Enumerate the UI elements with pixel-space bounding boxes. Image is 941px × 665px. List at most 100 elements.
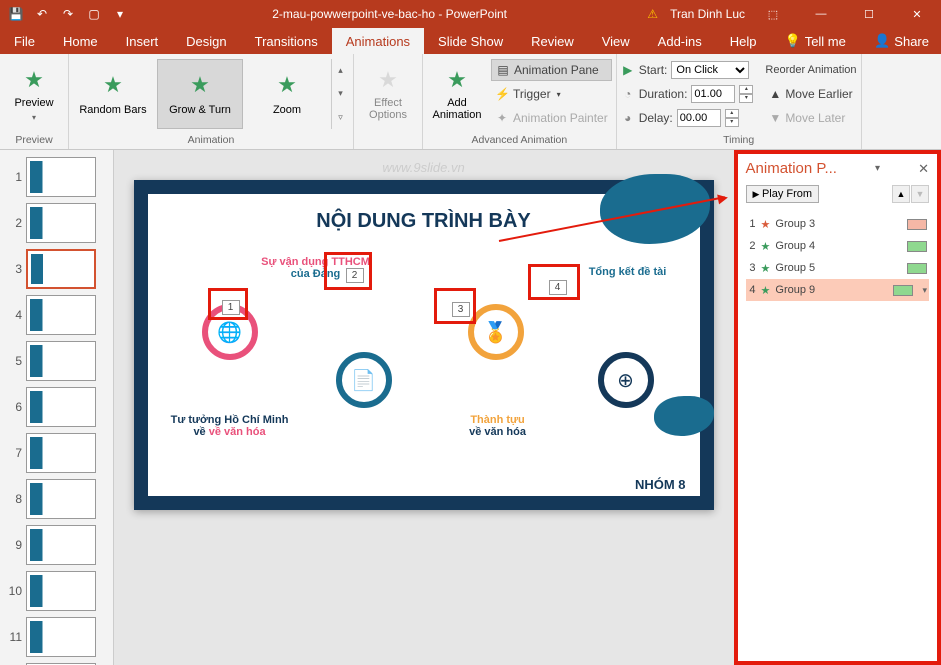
- thumb-image: [26, 341, 96, 381]
- anim-grow-turn[interactable]: ★Grow & Turn: [157, 59, 243, 129]
- thumb-image: [26, 157, 96, 197]
- move-earlier-button[interactable]: ▲Move Earlier: [765, 83, 856, 105]
- thumbnail-12[interactable]: 12: [2, 660, 111, 665]
- duration-input[interactable]: [691, 85, 735, 103]
- tab-tellme[interactable]: 💡Tell me: [771, 28, 860, 54]
- tab-insert[interactable]: Insert: [112, 28, 173, 54]
- play-from-button[interactable]: ▶ Play From: [746, 185, 820, 203]
- thumb-image: [26, 203, 96, 243]
- add-animation-icon: ★: [447, 67, 467, 93]
- anim-pane-item[interactable]: 3★Group 5: [746, 257, 929, 279]
- start-select[interactable]: On Click: [671, 61, 749, 79]
- thumbnail-1[interactable]: 1: [2, 154, 111, 200]
- reorder-label: Reorder Animation: [765, 59, 856, 81]
- close-icon[interactable]: ✕: [897, 0, 937, 28]
- delay-clock-icon: ◕: [621, 111, 635, 125]
- trigger-button[interactable]: ⚡Trigger▾: [491, 83, 612, 105]
- title-bar: 💾 ↶ ↷ ▢ ▾ 2-mau-powwerpoint-ve-bac-ho - …: [0, 0, 941, 28]
- anim-zoom[interactable]: ★Zoom: [247, 59, 327, 129]
- highlight-3: [434, 288, 476, 324]
- duration-spin[interactable]: ▴▾: [739, 85, 753, 103]
- animation-pane-title: Animation P...: [746, 160, 837, 177]
- thumbnail-10[interactable]: 10: [2, 568, 111, 614]
- watermark: www.9slide.vn: [382, 160, 464, 175]
- tab-review[interactable]: Review: [517, 28, 588, 54]
- highlight-1: [208, 288, 248, 320]
- minimize-icon[interactable]: —: [801, 0, 841, 28]
- animation-painter-button: ✦Animation Painter: [491, 107, 612, 129]
- tab-design[interactable]: Design: [172, 28, 240, 54]
- group-label-animation: Animation: [73, 132, 349, 149]
- work-area: 12345678910111213 www.9slide.vn NỘI DUNG…: [0, 150, 941, 665]
- pane-dropdown-icon[interactable]: ▾: [875, 163, 880, 174]
- thumb-image: [26, 387, 96, 427]
- thumbnail-6[interactable]: 6: [2, 384, 111, 430]
- painter-icon: ✦: [495, 111, 509, 125]
- slide-editor[interactable]: www.9slide.vn NỘI DUNG TRÌNH BÀY 🌐 📄 🏅 ⊕…: [114, 150, 734, 665]
- thumbnail-5[interactable]: 5: [2, 338, 111, 384]
- move-up-icon[interactable]: ▲: [892, 185, 910, 203]
- thumb-image: [26, 295, 96, 335]
- highlight-2: [324, 252, 372, 290]
- topic-1: Tư tưởng Hồ Chí Minhvề về văn hóa: [170, 414, 290, 438]
- move-down-icon[interactable]: ▼: [911, 185, 929, 203]
- tab-view[interactable]: View: [588, 28, 644, 54]
- star-icon: ★: [761, 240, 771, 253]
- badge-icon[interactable]: 🏅: [468, 304, 524, 360]
- thumbnail-8[interactable]: 8: [2, 476, 111, 522]
- thumbnail-11[interactable]: 11: [2, 614, 111, 660]
- effect-options-button: ★ Effect Options: [358, 58, 418, 130]
- tab-transitions[interactable]: Transitions: [241, 28, 332, 54]
- ribbon-opts-icon[interactable]: ⬚: [753, 0, 793, 28]
- thumbnail-4[interactable]: 4: [2, 292, 111, 338]
- thumb-image: [26, 617, 96, 657]
- thumbnail-3[interactable]: 3: [2, 246, 111, 292]
- effect-options-icon: ★: [378, 67, 398, 93]
- slide-thumbnails[interactable]: 12345678910111213: [0, 150, 114, 665]
- thumbnail-7[interactable]: 7: [2, 430, 111, 476]
- add-animation-button[interactable]: ★ Add Animation: [427, 58, 487, 130]
- close-pane-icon[interactable]: ✕: [918, 161, 929, 177]
- thumb-image: [26, 525, 96, 565]
- star-icon: ★: [761, 262, 771, 275]
- animation-pane-button[interactable]: ▤Animation Pane: [491, 59, 612, 81]
- anim-pane-item[interactable]: 4★Group 9▾: [746, 279, 929, 301]
- web-icon[interactable]: ⊕: [598, 352, 654, 408]
- group-label-advanced: Advanced Animation: [427, 132, 612, 149]
- tab-animations[interactable]: Animations: [332, 28, 424, 54]
- undo-icon[interactable]: ↶: [30, 3, 54, 25]
- save-icon[interactable]: 💾: [4, 3, 28, 25]
- tab-addins[interactable]: Add-ins: [644, 28, 716, 54]
- tab-home[interactable]: Home: [49, 28, 112, 54]
- qat-more-icon[interactable]: ▾: [108, 3, 132, 25]
- docs-icon[interactable]: 📄: [336, 352, 392, 408]
- anim-random-bars[interactable]: ★Random Bars: [73, 59, 153, 129]
- thumbnail-9[interactable]: 9: [2, 522, 111, 568]
- decor-blob: [654, 396, 714, 436]
- thumb-image: [26, 249, 96, 289]
- anim-pane-item[interactable]: 2★Group 4: [746, 235, 929, 257]
- animation-pane-icon: ▤: [496, 63, 510, 77]
- slide-canvas[interactable]: NỘI DUNG TRÌNH BÀY 🌐 📄 🏅 ⊕ Sự vận dụng T…: [134, 180, 714, 510]
- gallery-scroll[interactable]: ▴▾▿: [331, 59, 349, 129]
- delay-spin[interactable]: ▴▾: [725, 109, 739, 127]
- share-button[interactable]: 👤Share: [862, 28, 941, 54]
- clock-icon: ◔: [621, 87, 635, 101]
- move-later-button: ▼Move Later: [765, 107, 856, 129]
- start-from-begin-icon[interactable]: ▢: [82, 3, 106, 25]
- maximize-icon[interactable]: ☐: [849, 0, 889, 28]
- tab-help[interactable]: Help: [716, 28, 771, 54]
- ribbon: ★ Preview ▾ Preview ★Random Bars ★Grow &…: [0, 54, 941, 150]
- delay-input[interactable]: [677, 109, 721, 127]
- preview-button[interactable]: ★ Preview ▾: [4, 58, 64, 130]
- highlight-4: [528, 264, 580, 300]
- redo-icon[interactable]: ↷: [56, 3, 80, 25]
- tab-slideshow[interactable]: Slide Show: [424, 28, 517, 54]
- tab-file[interactable]: File: [0, 28, 49, 54]
- anim-pane-item[interactable]: 1★Group 3: [746, 213, 929, 235]
- user-name: Tran Dinh Luc: [670, 7, 745, 21]
- thumb-image: [26, 571, 96, 611]
- topic-3: Thành tựuvề văn hóa: [438, 414, 558, 438]
- star-icon: ★: [761, 284, 771, 297]
- thumbnail-2[interactable]: 2: [2, 200, 111, 246]
